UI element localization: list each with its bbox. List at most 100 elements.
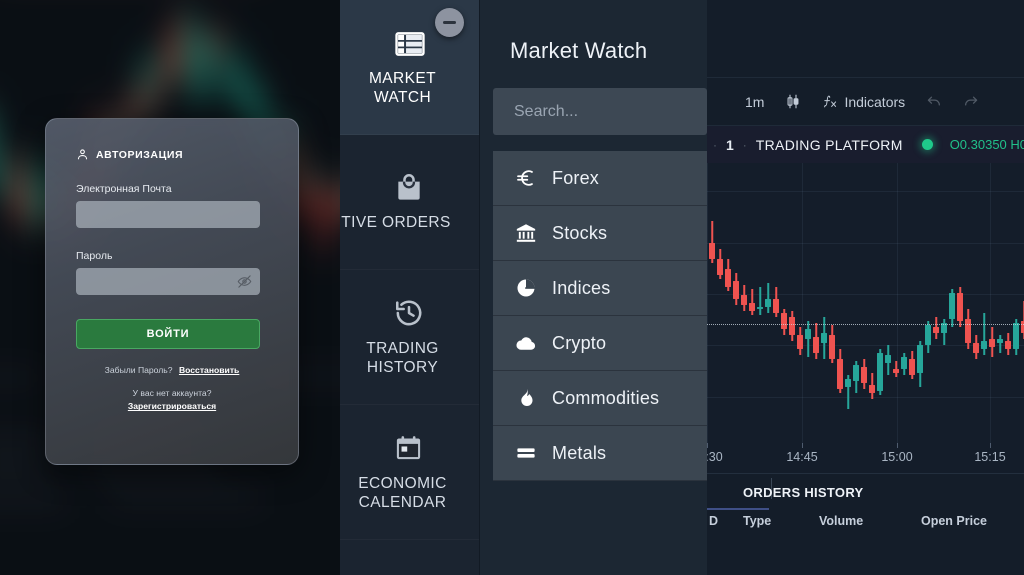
sidebar-item-trading-history[interactable]: TRADING HISTORY — [340, 270, 479, 405]
pie-chart-icon — [515, 277, 537, 299]
candlestick — [965, 163, 971, 443]
symbol-index: 1 — [726, 136, 734, 153]
minus-circle-icon[interactable] — [435, 8, 464, 37]
password-field-group: Пароль — [46, 250, 298, 295]
orders-column-header: Type — [743, 514, 772, 528]
candlestick — [853, 163, 859, 443]
orders-history-title: ORDERS HISTORY — [743, 485, 864, 500]
timeframe-button[interactable]: 1m — [745, 94, 764, 110]
candlestick — [861, 163, 867, 443]
candlestick-icon[interactable] — [785, 93, 801, 110]
search-input[interactable] — [493, 88, 707, 135]
candlestick — [837, 163, 843, 443]
flame-icon — [515, 387, 537, 409]
candlestick — [981, 163, 987, 443]
chart-gridline — [707, 163, 708, 443]
user-icon — [76, 148, 89, 161]
market-watch-panel: Market Watch Forex — [480, 0, 707, 575]
list-item-commodities[interactable]: Commodities — [493, 371, 707, 426]
symbol-separator: · — [742, 137, 747, 152]
no-account-text: У вас нет аккаунта? — [132, 388, 212, 398]
candlestick — [869, 163, 875, 443]
candlestick — [757, 163, 763, 443]
indicators-label: Indicators — [844, 93, 906, 110]
login-card: АВТОРИЗАЦИЯ Электронная Почта Пароль ВОЙ… — [45, 118, 299, 465]
trading-platform: 1m Indicators · 1 · TRADING PLATFORM O0.… — [707, 0, 1024, 575]
redo-icon[interactable] — [963, 93, 979, 110]
orders-table-header: D Type Volume Open Price — [707, 514, 1024, 542]
market-watch-category-list: Forex Stocks Indices Crypto Commodities … — [480, 151, 707, 481]
email-field[interactable] — [76, 201, 260, 228]
sidebar-item-active-orders[interactable]: TIVE ORDERS — [340, 135, 479, 270]
axis-tick-label: 15:15 — [974, 450, 1006, 464]
candlestick — [957, 163, 963, 443]
sidebar-item-economic-calendar-label: ECONOMIC CALENDAR — [358, 474, 447, 511]
candlestick — [941, 163, 947, 443]
password-label: Пароль — [76, 250, 113, 262]
register-link[interactable]: Зарегистрироваться — [46, 400, 298, 413]
candlestick — [917, 163, 923, 443]
eye-off-icon[interactable] — [237, 274, 252, 289]
list-item-stocks-label: Stocks — [552, 222, 608, 243]
list-item-metals-label: Metals — [552, 442, 607, 463]
candlestick — [901, 163, 907, 443]
candlestick — [805, 163, 811, 443]
briefcase-icon — [393, 171, 427, 205]
candlestick — [773, 163, 779, 443]
auth-header: АВТОРИЗАЦИЯ — [76, 148, 298, 161]
candlestick — [709, 163, 715, 443]
list-item-forex[interactable]: Forex — [493, 151, 707, 206]
sidebar-item-market-watch-label: MARKET WATCH — [369, 69, 436, 106]
symbol-bar: · 1 · TRADING PLATFORM O0.30350 H0.3 — [707, 126, 1024, 163]
candlestick — [789, 163, 795, 443]
axis-tick — [802, 443, 803, 448]
candlestick — [1005, 163, 1011, 443]
candlestick — [813, 163, 819, 443]
sidebar-item-economic-calendar[interactable]: ECONOMIC CALENDAR — [340, 405, 479, 540]
list-item-indices[interactable]: Indices — [493, 261, 707, 316]
candlestick — [989, 163, 995, 443]
euro-icon — [515, 167, 537, 189]
list-item-metals[interactable]: Metals — [493, 426, 707, 481]
symbol-name: TRADING PLATFORM — [755, 136, 903, 153]
candlestick — [949, 163, 955, 443]
email-field-group: Электронная Почта — [46, 183, 298, 228]
symbol-separator-left: · — [713, 137, 717, 152]
chart-toolbar: 1m Indicators — [707, 78, 1024, 126]
chart-time-axis: 14:30 14:45 15:00 15:15 — [707, 443, 1024, 473]
orders-column-header: Volume — [819, 514, 864, 528]
candlestick — [733, 163, 739, 443]
app-root: АВТОРИЗАЦИЯ Электронная Почта Пароль ВОЙ… — [0, 0, 1024, 575]
list-item-stocks[interactable]: Stocks — [493, 206, 707, 261]
axis-tick-label: 15:00 — [881, 450, 913, 464]
candlestick — [725, 163, 731, 443]
platform-top-strip — [707, 0, 1024, 78]
candlestick — [829, 163, 835, 443]
candlestick-chart[interactable] — [707, 163, 1024, 443]
bars-icon — [515, 442, 537, 464]
sidebar-item-trading-history-label: TRADING HISTORY — [366, 339, 439, 376]
list-item-crypto[interactable]: Crypto — [493, 316, 707, 371]
login-screen: АВТОРИЗАЦИЯ Электронная Почта Пароль ВОЙ… — [0, 0, 340, 575]
indicators-button[interactable]: Indicators — [822, 93, 905, 110]
current-price-line — [707, 324, 1024, 325]
candlestick — [925, 163, 931, 443]
table-list-icon — [393, 27, 427, 61]
list-item-crypto-label: Crypto — [552, 332, 607, 353]
axis-tick — [707, 443, 708, 448]
undo-icon[interactable] — [926, 93, 942, 110]
email-label: Электронная Почта — [76, 183, 172, 195]
candlestick — [885, 163, 891, 443]
login-submit-button[interactable]: ВОЙТИ — [76, 319, 260, 349]
axis-tick — [990, 443, 991, 448]
orders-active-underline — [707, 508, 769, 510]
candlestick — [765, 163, 771, 443]
live-dot-icon — [921, 139, 933, 150]
candlestick — [741, 163, 747, 443]
candlestick — [893, 163, 899, 443]
list-item-commodities-label: Commodities — [552, 387, 660, 408]
forgot-password-row: Забыли Пароль? Восстановить — [46, 365, 298, 375]
recover-link[interactable]: Восстановить — [179, 365, 239, 375]
clock-history-icon — [393, 297, 427, 331]
password-field[interactable] — [76, 268, 260, 295]
